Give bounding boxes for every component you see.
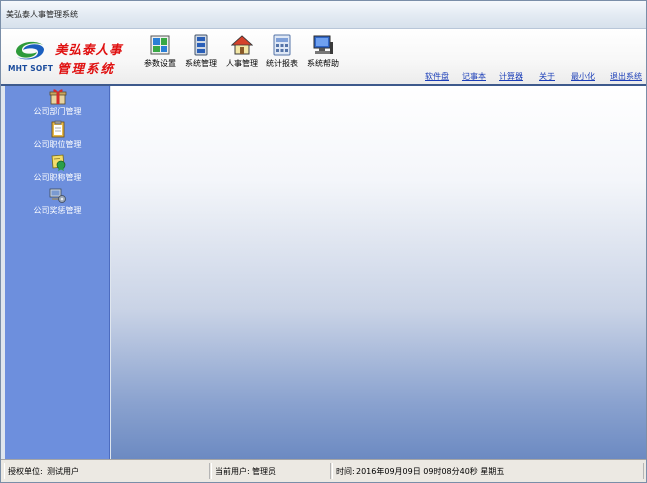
status-unit-cell: 授权单位: 测试用户 bbox=[4, 463, 210, 479]
home-icon bbox=[231, 35, 253, 55]
link-exit-system[interactable]: 退出系统 bbox=[610, 71, 642, 82]
sidebar-item-title[interactable]: 公司职称管理 bbox=[5, 153, 110, 185]
certificate-icon bbox=[51, 154, 65, 171]
title-bar[interactable]: 美弘泰人事管理系统 bbox=[1, 1, 646, 29]
link-notepad[interactable]: 记事本 bbox=[462, 71, 486, 82]
link-soft-keyboard[interactable]: 软件盘 bbox=[425, 71, 449, 82]
toolbar-settings-button[interactable]: 参数设置 bbox=[141, 34, 179, 70]
main-content-area bbox=[111, 86, 646, 459]
report-icon bbox=[273, 34, 291, 56]
clipboard-icon bbox=[51, 120, 64, 138]
status-unit-value: 测试用户 bbox=[47, 467, 79, 476]
sidebar-item-label: 公司职位管理 bbox=[33, 140, 82, 149]
toolbar-label: 系统帮助 bbox=[307, 59, 339, 68]
status-user-label: 当前用户: bbox=[215, 467, 250, 476]
sidebar-item-label: 公司职称管理 bbox=[33, 173, 82, 182]
link-calculator[interactable]: 计算器 bbox=[499, 71, 523, 82]
sidebar-item-position[interactable]: 公司职位管理 bbox=[5, 120, 110, 152]
help-computer-icon bbox=[313, 35, 333, 54]
status-user-value: 管理员 bbox=[252, 467, 276, 476]
toolbar-help-button[interactable]: 系统帮助 bbox=[304, 34, 342, 70]
toolbar-label: 参数设置 bbox=[144, 59, 176, 68]
sidebar-item-department[interactable]: 公司部门管理 bbox=[5, 87, 110, 119]
sidebar-item-label: 公司部门管理 bbox=[33, 107, 82, 116]
toolbar-label: 统计报表 bbox=[266, 59, 298, 68]
system-manage-icon bbox=[194, 34, 208, 56]
logo-swirl-icon bbox=[16, 41, 44, 60]
sidebar-item-label: 公司奖惩管理 bbox=[33, 206, 82, 215]
status-bar: 授权单位: 测试用户 当前用户: 管理员 时间: 2016年09月09日 09时… bbox=[1, 459, 646, 482]
toolbar-label: 人事管理 bbox=[226, 59, 258, 68]
status-time-value: 2016年09月09日 09时08分40秒 星期五 bbox=[356, 467, 505, 476]
link-minimize[interactable]: 最小化 bbox=[571, 71, 595, 82]
logo-title-line1: 美弘泰人事 bbox=[55, 42, 123, 57]
sidebar: 公司部门管理 公司职位管理 公司职称管理 公司奖惩管理 bbox=[5, 86, 110, 459]
window-title: 美弘泰人事管理系统 bbox=[6, 10, 78, 19]
status-user-cell: 当前用户: 管理员 bbox=[211, 463, 331, 479]
link-about[interactable]: 关于 bbox=[539, 71, 555, 82]
status-unit-label: 授权单位: bbox=[8, 467, 43, 476]
quick-link-bar: 软件盘 记事本 计算器 关于 最小化 退出系统 bbox=[1, 69, 646, 84]
gift-box-icon bbox=[49, 89, 66, 105]
toolbar-hr-manage-button[interactable]: 人事管理 bbox=[223, 34, 261, 70]
status-time-cell: 时间: 2016年09月09日 09时08分40秒 星期五 bbox=[332, 463, 644, 479]
gear-computer-icon bbox=[49, 188, 66, 203]
toolbar-system-manage-button[interactable]: 系统管理 bbox=[182, 34, 220, 70]
sidebar-item-reward[interactable]: 公司奖惩管理 bbox=[5, 186, 110, 218]
main-window: 美弘泰人事管理系统 MHT SOFT 美弘泰人事 管理系统 参数设置 系统管理 … bbox=[0, 0, 647, 483]
status-time-label: 时间: bbox=[336, 467, 355, 476]
toolbar-report-button[interactable]: 统计报表 bbox=[263, 34, 301, 70]
settings-icon bbox=[150, 35, 170, 55]
toolbar-label: 系统管理 bbox=[185, 59, 217, 68]
